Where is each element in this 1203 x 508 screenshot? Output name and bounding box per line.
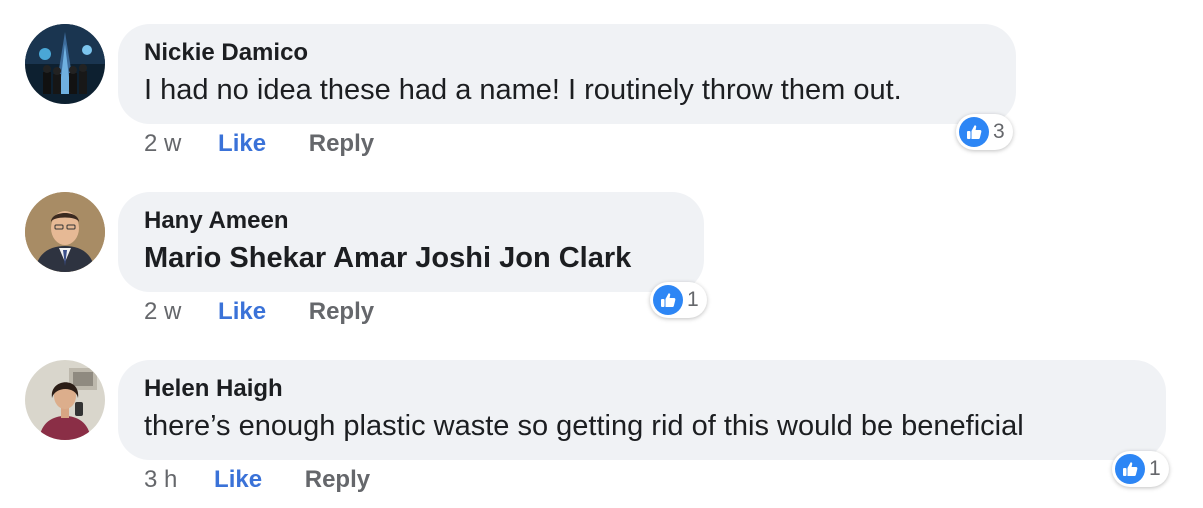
avatar[interactable] <box>25 24 105 104</box>
reply-button[interactable]: Reply <box>305 465 370 495</box>
reaction-badge[interactable]: 3 <box>956 114 1013 150</box>
reaction-count: 3 <box>993 120 1005 143</box>
reaction-count: 1 <box>1149 457 1161 480</box>
like-button[interactable]: Like <box>218 129 266 159</box>
comment-author[interactable]: Nickie Damico <box>144 38 990 68</box>
avatar-photo <box>25 192 105 272</box>
avatar[interactable] <box>25 192 105 272</box>
comment-text[interactable]: Mario Shekar Amar Joshi Jon Clark <box>144 238 678 278</box>
comment-actions: 2 w Like Reply <box>144 129 374 159</box>
reply-button[interactable]: Reply <box>309 129 374 159</box>
avatar-photo <box>25 360 105 440</box>
comment-bubble: Nickie Damico I had no idea these had a … <box>118 24 1016 124</box>
comment-actions: 2 w Like Reply <box>144 297 374 327</box>
comment-bubble: Hany Ameen Mario Shekar Amar Joshi Jon C… <box>118 192 704 292</box>
thumbs-up-icon <box>653 285 683 315</box>
reaction-count: 1 <box>687 288 699 311</box>
comment-text: there’s enough plastic waste so getting … <box>144 410 1024 442</box>
comment-timestamp[interactable]: 3 h <box>144 465 177 495</box>
comment-bubble: Helen Haigh there’s enough plastic waste… <box>118 360 1166 460</box>
comment-author[interactable]: Helen Haigh <box>144 374 1140 404</box>
comment-timestamp[interactable]: 2 w <box>144 129 181 159</box>
avatar-photo <box>25 24 105 104</box>
comment-timestamp[interactable]: 2 w <box>144 297 181 327</box>
comment-text: I had no idea these had a name! I routin… <box>144 74 902 106</box>
comment-actions: 3 h Like Reply <box>144 465 370 495</box>
thumbs-up-icon <box>1115 454 1145 484</box>
reply-button[interactable]: Reply <box>309 297 374 327</box>
like-button[interactable]: Like <box>218 297 266 327</box>
avatar[interactable] <box>25 360 105 440</box>
comment-author[interactable]: Hany Ameen <box>144 206 678 236</box>
like-button[interactable]: Like <box>214 465 262 495</box>
thumbs-up-icon <box>959 117 989 147</box>
reaction-badge[interactable]: 1 <box>650 282 707 318</box>
reaction-badge[interactable]: 1 <box>1112 451 1169 487</box>
